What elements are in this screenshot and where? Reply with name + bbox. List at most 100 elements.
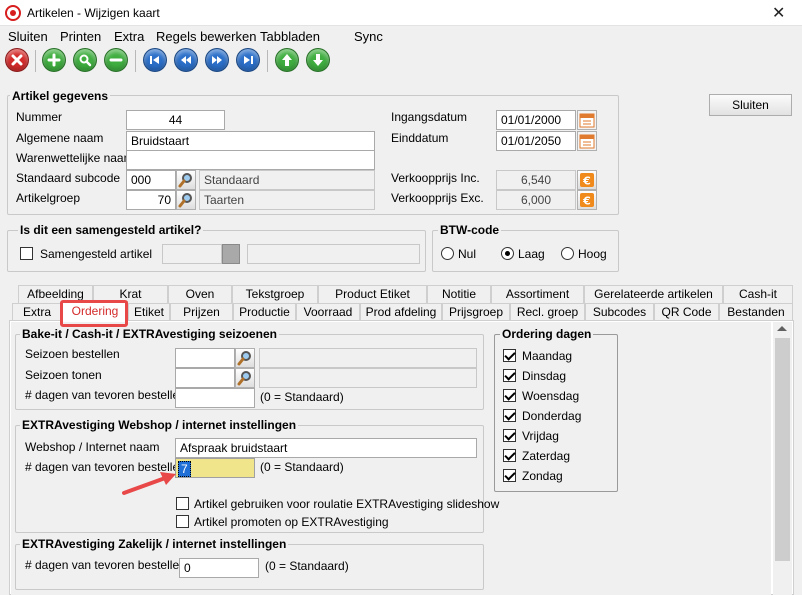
- zakelijk-dagen-label: # dagen van tevoren bestellen: [25, 558, 186, 572]
- toolbar-separator: [135, 50, 136, 72]
- seizoen-bestellen-label: Seizoen bestellen: [25, 347, 120, 361]
- webshop-naam-field[interactable]: Afspraak bruidstaart: [175, 438, 477, 458]
- nummer-field[interactable]: 44: [126, 110, 225, 130]
- verkoopprijs-inc-field: 6,540: [496, 170, 576, 190]
- minus-circle-icon[interactable]: [104, 48, 128, 72]
- zakelijk-dagen-field[interactable]: 0: [179, 558, 259, 578]
- tab-subcodes[interactable]: Subcodes: [585, 303, 654, 321]
- zaterdag-checkbox[interactable]: [503, 449, 516, 462]
- first-record-icon[interactable]: [143, 48, 167, 72]
- seizoen-bestellen-search-icon[interactable]: [235, 348, 255, 368]
- subcode-search-icon[interactable]: [176, 170, 196, 190]
- ordering-dagen-title: Ordering dagen: [500, 327, 594, 341]
- dinsdag-checkbox[interactable]: [503, 369, 516, 382]
- tab-assortiment[interactable]: Assortiment: [491, 285, 584, 303]
- tab-cash-it[interactable]: Cash-it: [723, 285, 793, 303]
- menu-sluiten[interactable]: Sluiten: [8, 29, 48, 44]
- tab-oven[interactable]: Oven: [168, 285, 232, 303]
- artikelgroep-search-icon[interactable]: [176, 190, 196, 210]
- zondag-checkbox[interactable]: [503, 469, 516, 482]
- promoten-checkbox[interactable]: [176, 515, 189, 528]
- tab-bestanden[interactable]: Bestanden: [719, 303, 793, 321]
- menu-printen[interactable]: Printen: [60, 29, 101, 44]
- menu-tabbladen[interactable]: Tabbladen: [260, 29, 320, 44]
- window-close-icon[interactable]: ✕: [772, 3, 785, 23]
- arrow-up-icon[interactable]: [275, 48, 299, 72]
- scrollbar-thumb[interactable]: [775, 338, 790, 561]
- bake-dagen-field[interactable]: [175, 388, 255, 408]
- tab-qr-code[interactable]: QR Code: [654, 303, 719, 321]
- euro-icon[interactable]: €: [577, 190, 597, 210]
- calendar-icon[interactable]: [577, 131, 597, 151]
- calendar-icon[interactable]: [577, 110, 597, 130]
- tab-voorraad[interactable]: Voorraad: [296, 303, 360, 321]
- ordering-tab-highlight: [60, 300, 128, 327]
- menu-sync[interactable]: Sync: [354, 29, 383, 44]
- artikelgroep-name-field: Taarten: [199, 190, 375, 210]
- seizoen-tonen-search-icon[interactable]: [235, 368, 255, 388]
- annotation-arrow-icon: [122, 472, 176, 495]
- window-title: Artikelen - Wijzigen kaart: [27, 6, 160, 20]
- maandag-checkbox[interactable]: [503, 349, 516, 362]
- promoten-label: Artikel promoten op EXTRAvestiging: [194, 515, 389, 529]
- toolbar-separator: [267, 50, 268, 72]
- samengesteld-picker-button[interactable]: [222, 244, 240, 264]
- seizoen-tonen-field[interactable]: [175, 368, 235, 388]
- btw-hoog-label: Hoog: [578, 247, 607, 261]
- donderdag-checkbox[interactable]: [503, 409, 516, 422]
- ingangsdatum-field[interactable]: 01/01/2000: [496, 110, 576, 130]
- magnifier-circle-icon[interactable]: [73, 48, 97, 72]
- einddatum-field[interactable]: 01/01/2050: [496, 131, 576, 151]
- artikelgroep-field[interactable]: 70: [126, 190, 176, 210]
- artikelgroep-label: Artikelgroep: [16, 191, 81, 205]
- sluiten-button[interactable]: Sluiten: [709, 94, 792, 116]
- tab-product-etiket[interactable]: Product Etiket: [318, 285, 427, 303]
- last-record-icon[interactable]: [236, 48, 260, 72]
- btw-laag-radio[interactable]: [501, 247, 514, 260]
- tab-etiket[interactable]: Etiket: [128, 303, 170, 321]
- algemene-naam-label: Algemene naam: [16, 131, 104, 145]
- menu-extra[interactable]: Extra: [114, 29, 144, 44]
- tab-productie[interactable]: Productie: [233, 303, 296, 321]
- next-record-icon[interactable]: [205, 48, 229, 72]
- btw-nul-label: Nul: [458, 247, 477, 261]
- menu-regels-bewerken[interactable]: Regels bewerken: [156, 29, 256, 44]
- algemene-naam-field[interactable]: Bruidstaart: [126, 131, 375, 151]
- euro-icon[interactable]: €: [577, 170, 597, 190]
- bake-it-title: Bake-it / Cash-it / EXTRAvestiging seizo…: [20, 327, 279, 341]
- woensdag-checkbox[interactable]: [503, 389, 516, 402]
- toolbar-separator: [35, 50, 36, 72]
- webshop-dagen-field[interactable]: 7: [175, 458, 255, 478]
- tab-recl-groep[interactable]: Recl. groep: [510, 303, 585, 321]
- samengesteld-checkbox[interactable]: [20, 247, 33, 260]
- plus-circle-icon[interactable]: [42, 48, 66, 72]
- zaterdag-label: Zaterdag: [522, 449, 571, 463]
- nummer-label: Nummer: [16, 110, 63, 124]
- verkoopprijs-inc-label: Verkoopprijs Inc.: [391, 171, 480, 185]
- tab-tekstgroep[interactable]: Tekstgroep: [232, 285, 318, 303]
- woensdag-label: Woensdag: [522, 389, 580, 403]
- btw-nul-radio[interactable]: [441, 247, 454, 260]
- close-circle-icon[interactable]: [5, 48, 29, 72]
- webshop-title: EXTRAvestiging Webshop / internet instel…: [20, 418, 299, 432]
- warenwettelijke-naam-field[interactable]: [126, 150, 375, 170]
- seizoen-tonen-name-field: [259, 368, 477, 388]
- tab-prijsgroep[interactable]: Prijsgroep: [442, 303, 510, 321]
- tab-notitie[interactable]: Notitie: [427, 285, 491, 303]
- slideshow-checkbox[interactable]: [176, 497, 189, 510]
- previous-record-icon[interactable]: [174, 48, 198, 72]
- tab-prijzen[interactable]: Prijzen: [170, 303, 233, 321]
- artikel-gegevens-title: Artikel gegevens: [10, 89, 111, 103]
- tab-extra[interactable]: Extra: [12, 303, 62, 321]
- dinsdag-label: Dinsdag: [522, 369, 567, 383]
- bake-dagen-note: (0 = Standaard): [260, 390, 344, 404]
- seizoen-bestellen-field[interactable]: [175, 348, 235, 368]
- btw-hoog-radio[interactable]: [561, 247, 574, 260]
- vrijdag-checkbox[interactable]: [503, 429, 516, 442]
- arrow-down-icon[interactable]: [306, 48, 330, 72]
- tab-prod-afdeling[interactable]: Prod afdeling: [360, 303, 442, 321]
- tab-gerelateerde-artikelen[interactable]: Gerelateerde artikelen: [584, 285, 723, 303]
- zakelijk-title: EXTRAvestiging Zakelijk / internet inste…: [20, 537, 289, 551]
- subcode-field[interactable]: 000: [126, 170, 176, 190]
- scroll-up-icon[interactable]: [777, 326, 787, 331]
